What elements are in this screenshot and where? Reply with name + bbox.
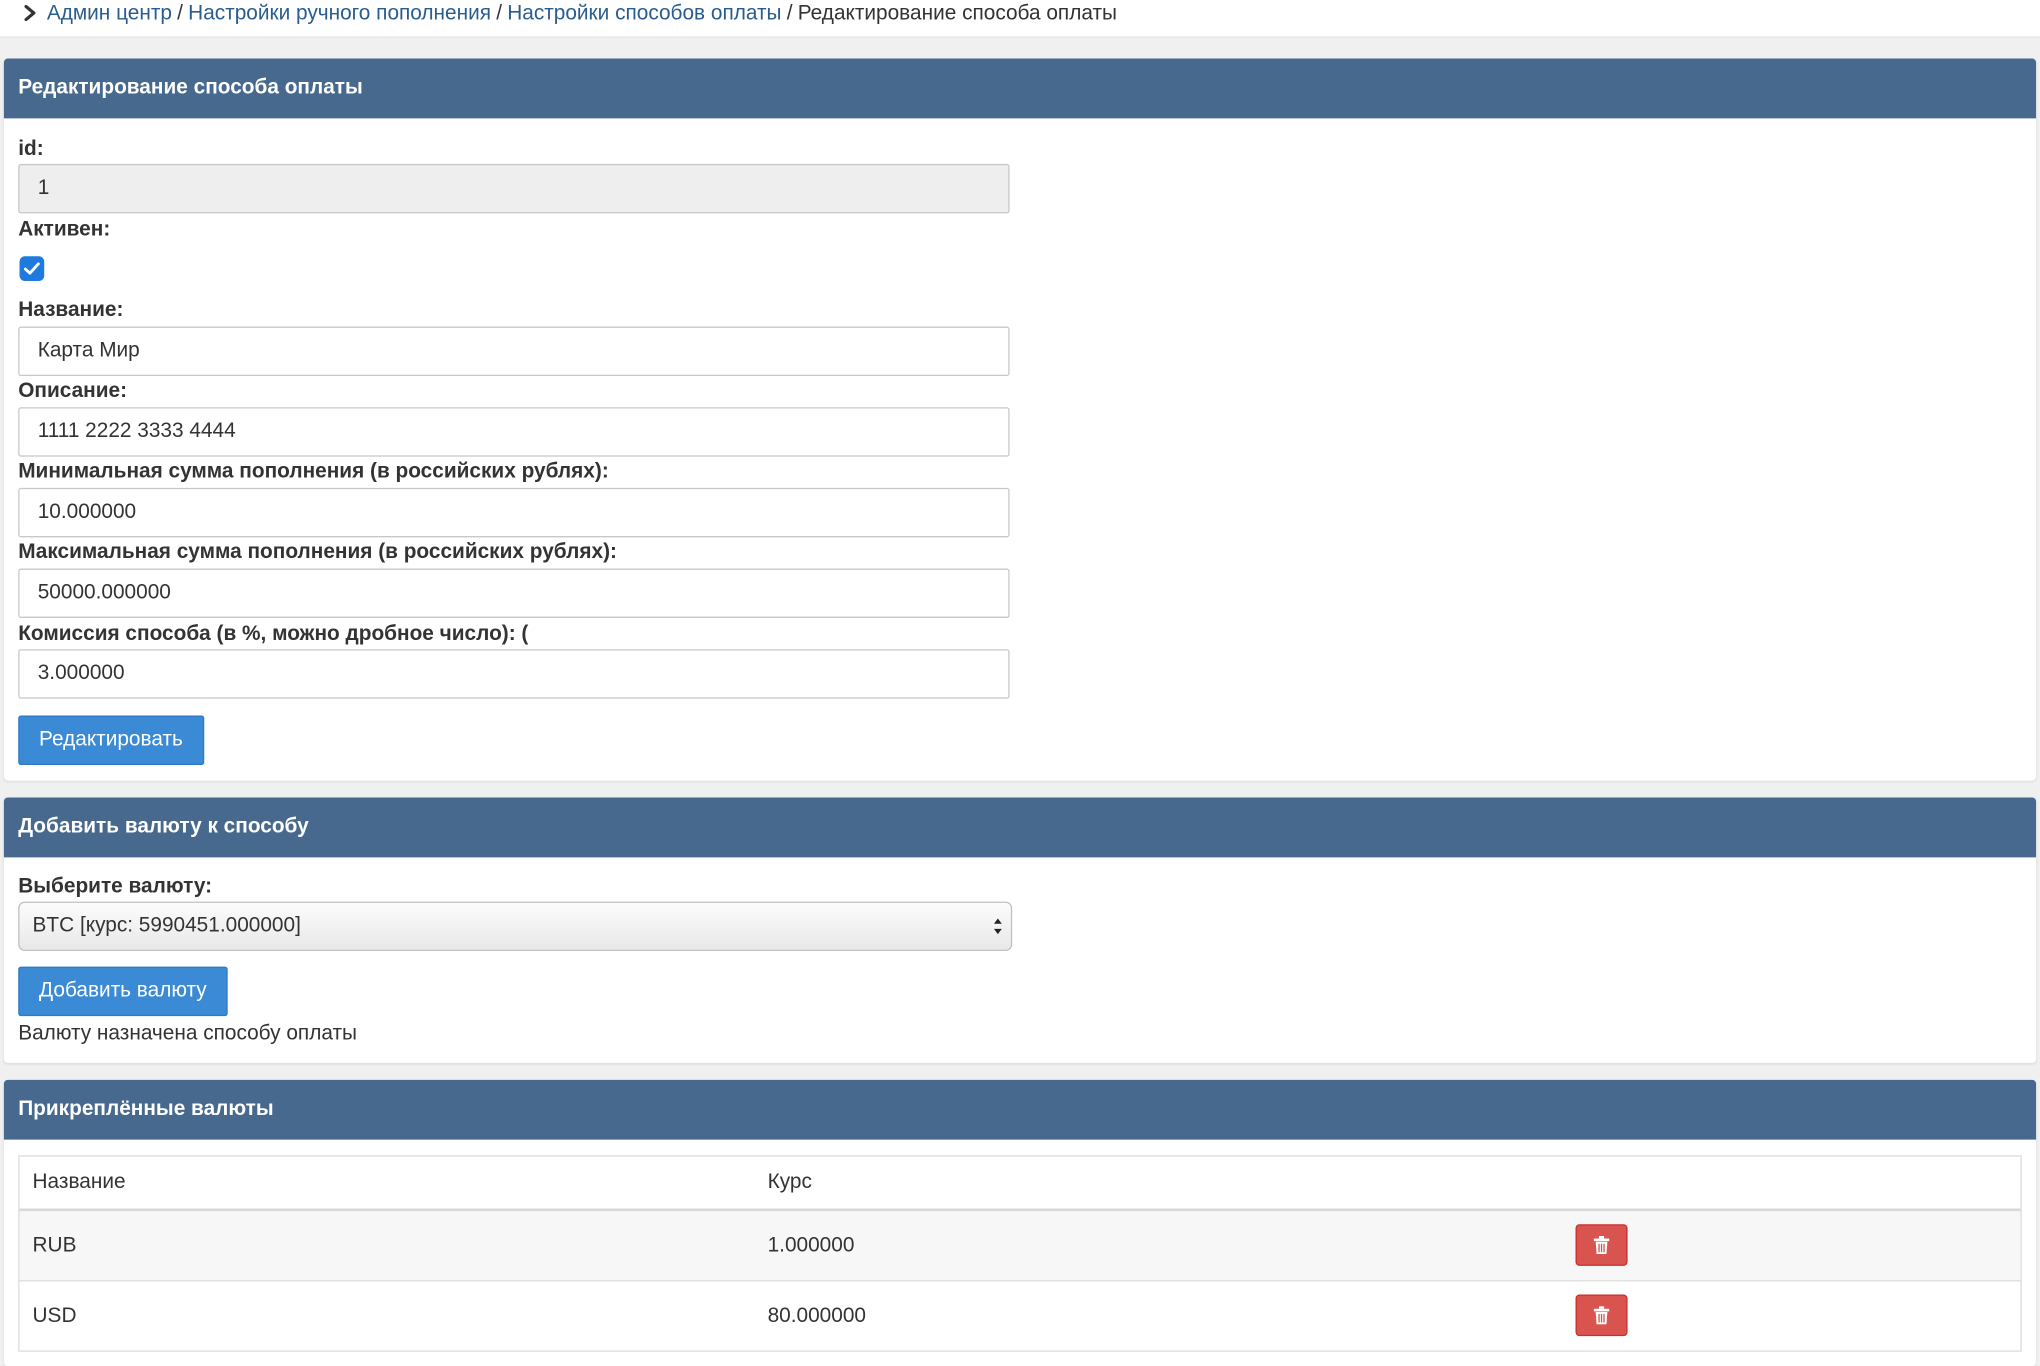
delete-currency-button[interactable]	[1575, 1294, 1628, 1337]
currency-select-label: Выберите валюту:	[18, 875, 213, 898]
max-amount-label: Максимальная сумма пополнения (в российс…	[18, 541, 617, 564]
active-checkbox[interactable]	[19, 256, 45, 282]
breadcrumb: Админ центр / Настройки ручного пополнения…	[0, 0, 2040, 38]
currency-select-value: BTC [курс: 5990451.000000]	[32, 914, 301, 937]
edit-submit-button[interactable]: Редактировать	[18, 715, 204, 765]
description-field[interactable]: 1111 2222 3333 4444	[18, 407, 1010, 457]
currencies-table: Название Курс RUB 1.000000 USD 80.000000	[18, 1155, 2022, 1352]
breadcrumb-separator: /	[786, 2, 793, 25]
currency-rate: 80.000000	[767, 1304, 866, 1328]
currency-name: USD	[32, 1304, 77, 1328]
max-amount-field[interactable]: 50000.000000	[18, 568, 1010, 618]
min-amount-label: Минимальная сумма пополнения (в российск…	[18, 460, 609, 483]
breadcrumb-link-manual-topup[interactable]: Настройки ручного пополнения	[188, 3, 491, 25]
panel-title: Прикреплённые валюты	[3, 1079, 2037, 1140]
select-arrows-icon	[993, 918, 1002, 935]
chevron-right-icon	[21, 3, 39, 22]
edit-payment-method-panel: Редактирование способа оплаты id: 1 Акти…	[3, 58, 2037, 781]
id-field: 1	[18, 163, 1010, 214]
checkmark-icon	[23, 262, 40, 275]
status-message: Валюту назначена способу оплаты	[18, 1022, 357, 1045]
description-label: Описание:	[18, 379, 128, 403]
name-field[interactable]: Карта Мир	[18, 326, 1010, 376]
add-currency-panel: Добавить валюту к способу Выберите валют…	[3, 797, 2037, 1063]
name-label: Название:	[18, 299, 124, 322]
currency-rate: 1.000000	[767, 1234, 855, 1257]
breadcrumb-link-payment-methods[interactable]: Настройки способов оплаты	[507, 3, 781, 25]
attached-currencies-panel: Прикреплённые валюты Название Курс RUB 1…	[3, 1079, 2037, 1366]
min-amount-field[interactable]: 10.000000	[18, 487, 1010, 538]
fee-label: Комиссия способа (в %, можно дробное чис…	[18, 623, 529, 646]
currency-name: RUB	[32, 1234, 77, 1257]
panel-title: Редактирование способа оплаты	[3, 58, 2037, 119]
active-label: Активен:	[18, 218, 111, 241]
fee-field[interactable]: 3.000000	[18, 649, 1010, 699]
breadcrumb-separator: /	[177, 2, 183, 25]
breadcrumb-current: Редактирование способа оплаты	[797, 2, 1117, 25]
column-header-name: Название	[32, 1170, 126, 1194]
trash-icon	[1593, 1306, 1610, 1325]
breadcrumb-separator: /	[496, 2, 503, 25]
table-row: RUB 1.000000	[19, 1209, 2021, 1281]
add-currency-button[interactable]: Добавить валюту	[18, 966, 228, 1017]
table-header-row: Название Курс	[19, 1157, 2021, 1210]
delete-currency-button[interactable]	[1575, 1224, 1628, 1266]
id-label: id:	[18, 137, 44, 161]
table-row: USD 80.000000	[19, 1280, 2021, 1350]
page: Админ центр / Настройки ручного пополнения…	[0, 0, 2040, 1366]
breadcrumb-link-admin[interactable]: Админ центр	[47, 3, 172, 25]
panel-title: Добавить валюту к способу	[3, 797, 2037, 858]
trash-icon	[1593, 1235, 1610, 1255]
column-header-rate: Курс	[767, 1170, 812, 1194]
currency-select[interactable]: BTC [курс: 5990451.000000]	[18, 901, 1013, 952]
